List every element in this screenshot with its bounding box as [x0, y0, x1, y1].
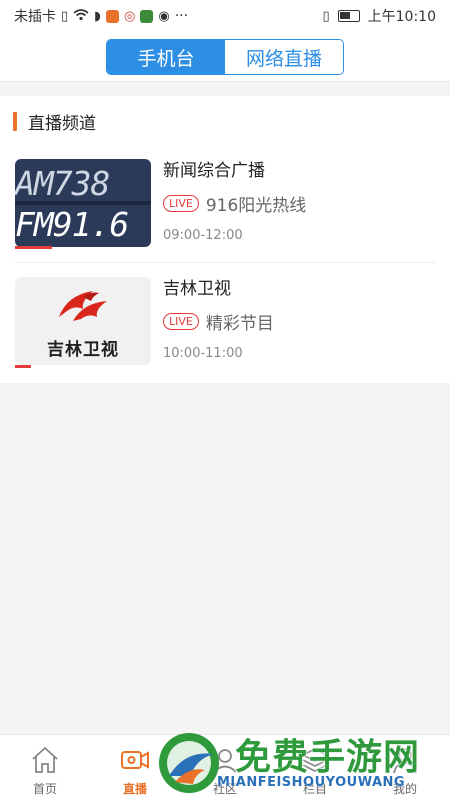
tab-profile[interactable]: 我的: [360, 735, 450, 800]
jilin-tv-logo: [59, 291, 107, 321]
thumbnail-logo-text: 吉林卫视: [47, 340, 119, 360]
more-notifications: ···: [174, 8, 189, 24]
thumbnail-fm-text: FM91.6: [15, 205, 129, 244]
program-time: 10:00-11:00: [163, 346, 243, 361]
section-accent-bar: [13, 111, 17, 131]
layers-icon: [300, 747, 330, 773]
status-bar: 未插卡 ▯ ◗ ◎ ◉ ··· ▯ 上午10:10: [0, 0, 450, 32]
playback-progress: [15, 365, 31, 368]
tab-label: 首页: [32, 782, 57, 796]
channel-title: 新闻综合广播: [163, 161, 265, 181]
now-playing: LIVE 916阳光热线: [163, 191, 306, 216]
header: 手机台 网络直播: [0, 32, 450, 82]
bottom-tab-bar: 首页 直播 社区 栏目 我的: [0, 734, 450, 800]
playback-progress: [15, 246, 52, 249]
tab-network-live[interactable]: 网络直播: [225, 40, 343, 74]
compass-icon: ◉: [158, 8, 170, 24]
tab-mobile-station[interactable]: 手机台: [107, 40, 225, 74]
live-channel-panel: 直播频道 AM738 FM91.6 新闻综合广播 LIVE 916阳光热线 09…: [0, 96, 450, 383]
program-name: 精彩节目: [205, 314, 274, 334]
wifi-icon: [73, 8, 89, 24]
channel-title: 吉林卫视: [163, 279, 231, 299]
channel-thumbnail[interactable]: 吉林卫视: [15, 277, 151, 365]
tab-community[interactable]: 社区: [180, 735, 270, 800]
tab-live[interactable]: 直播: [90, 735, 180, 800]
program-name: 916阳光热线: [205, 196, 307, 216]
profile-icon: [393, 748, 417, 774]
game-notification-icon: [140, 9, 154, 23]
sim-icon: ▯: [61, 8, 69, 24]
section-title: 直播频道: [28, 113, 96, 134]
program-time: 09:00-12:00: [163, 228, 243, 243]
channel-item[interactable]: 吉林卫视 吉林卫视 LIVE 精彩节目 10:00-11:00: [0, 274, 450, 384]
battery-icon: [337, 10, 360, 22]
community-icon: [213, 749, 237, 773]
home-icon: [32, 746, 58, 773]
tab-label: 社区: [212, 782, 237, 796]
divider: [15, 262, 435, 263]
tab-label: 我的: [392, 782, 417, 796]
live-badge: LIVE: [163, 313, 199, 330]
thumbnail-am-text: AM738: [15, 164, 110, 203]
channel-type-switch: 手机台 网络直播: [106, 39, 344, 75]
tab-label: 直播: [122, 782, 147, 796]
channel-thumbnail[interactable]: AM738 FM91.6: [15, 159, 151, 247]
tab-columns[interactable]: 栏目: [270, 735, 360, 800]
tab-label: 栏目: [302, 782, 327, 796]
weibo-icon: ◎: [124, 8, 136, 24]
shield-icon: ◗: [94, 8, 102, 24]
live-badge: LIVE: [163, 195, 199, 212]
channel-item[interactable]: AM738 FM91.6 新闻综合广播 LIVE 916阳光热线 09:00-1…: [0, 156, 450, 266]
vibrate-icon: ▯: [322, 8, 330, 24]
clock: 上午10:10: [367, 9, 436, 25]
video-camera-icon: [121, 751, 149, 769]
tab-home[interactable]: 首页: [0, 735, 90, 800]
carrier-text: 未插卡: [14, 9, 56, 25]
app-notification-icon: [106, 9, 120, 23]
section-header: 直播频道: [13, 110, 96, 134]
now-playing: LIVE 精彩节目: [163, 309, 274, 334]
